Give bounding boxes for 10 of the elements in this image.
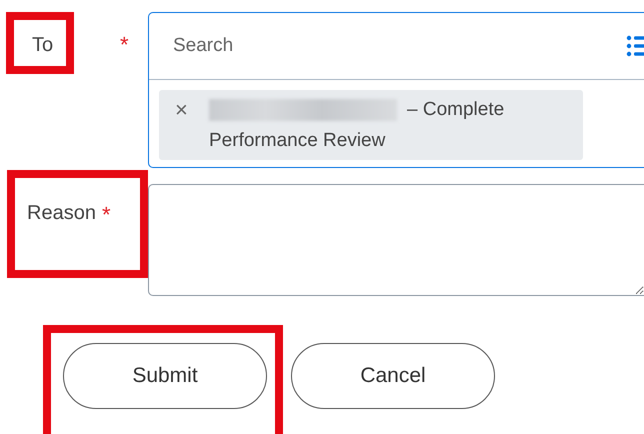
recipient-field[interactable]: Search × – Complete Performance Review [148,12,644,168]
required-mark: * [120,32,129,58]
reason-label: Reason [27,202,96,225]
action-button[interactable]: Cancel [291,343,495,409]
to-label: To [32,34,54,56]
action-button[interactable]: Submit [63,343,267,409]
required-mark: * [102,202,110,228]
remove-button[interactable]: × [169,94,209,156]
item-label: Performance Review [209,129,386,153]
item-label: – Complete [407,98,504,122]
